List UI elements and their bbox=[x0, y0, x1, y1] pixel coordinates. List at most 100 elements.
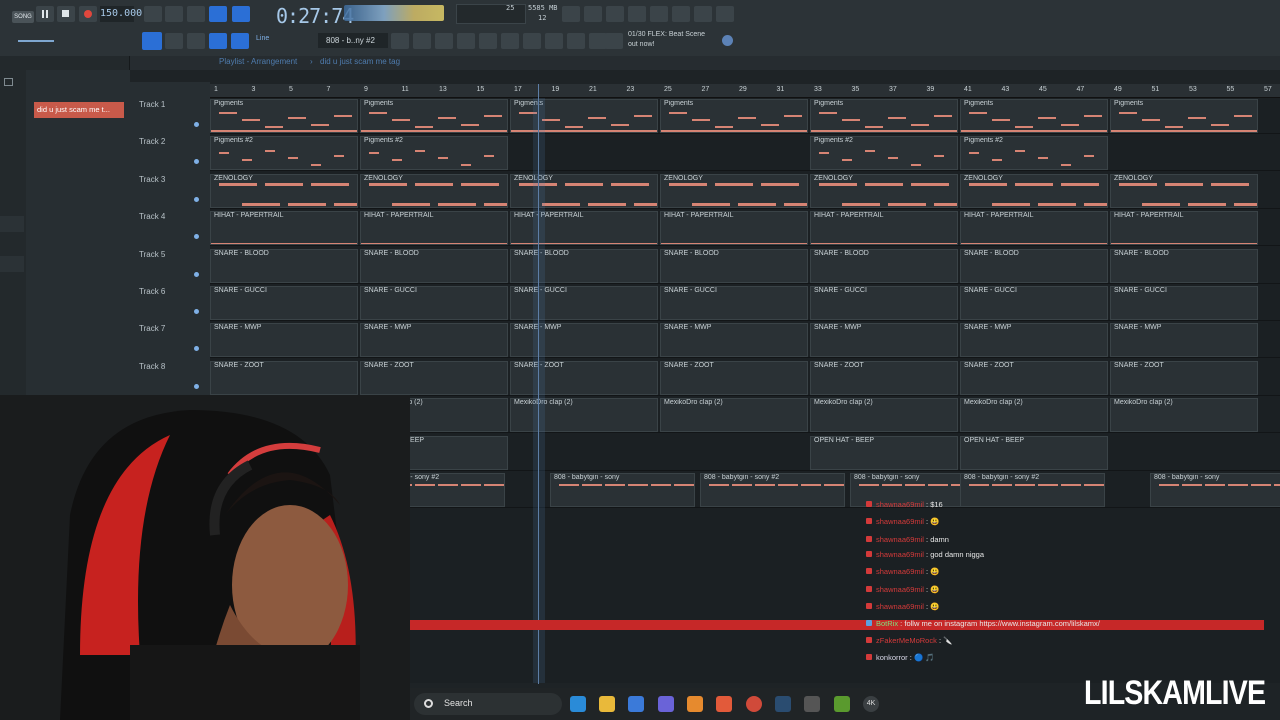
pattern-clip[interactable]: SNARE - GUCCI bbox=[960, 286, 1108, 320]
pattern-clip[interactable]: SNARE - GUCCI bbox=[1110, 286, 1258, 320]
mixer-button[interactable] bbox=[584, 6, 602, 22]
track-lane[interactable]: ZENOLOGY ZENOLOGY ZENOLOGY ZENOLOGY ZENOLOGY… bbox=[210, 173, 1280, 209]
pattern-select[interactable]: 808 - b..ny #2 bbox=[318, 33, 388, 48]
help-button[interactable] bbox=[628, 6, 646, 22]
store-icon[interactable] bbox=[628, 696, 644, 712]
4k-badge-icon[interactable]: 4K bbox=[863, 696, 879, 712]
pattern-clip[interactable]: ZENOLOGY bbox=[1110, 173, 1258, 208]
plugin-picker-button[interactable] bbox=[672, 6, 690, 22]
track-label[interactable]: Track 4 bbox=[139, 212, 165, 221]
track-label[interactable]: Track 1 bbox=[139, 100, 165, 109]
pause-button[interactable] bbox=[36, 6, 54, 22]
pattern-clip[interactable]: Pigments bbox=[210, 99, 358, 133]
pattern-clip[interactable]: ZENOLOGY bbox=[660, 173, 808, 208]
timeline-ruler[interactable]: 1 3 5 7 9 11 13 15 17 19 21 23 25 27 29 31 33 35 37 39 41 43 4… bbox=[210, 84, 1280, 98]
pattern-clip[interactable]: SNARE - BLOOD bbox=[360, 248, 508, 283]
track-label[interactable]: Track 5 bbox=[139, 250, 165, 259]
blend-notes-button[interactable] bbox=[232, 6, 250, 22]
pattern-clip[interactable]: SNARE - MWP bbox=[1110, 323, 1258, 358]
chat-username[interactable]: shawnaa69mil bbox=[876, 535, 924, 544]
chat-username[interactable]: shawnaa69mil bbox=[876, 517, 924, 526]
track-lane[interactable]: SNARE - GUCCI SNARE - GUCCI SNARE - GUCCI S… bbox=[210, 285, 1280, 321]
chat-icon[interactable] bbox=[694, 6, 712, 22]
pattern-clip[interactable]: SNARE - ZOOT bbox=[360, 360, 508, 395]
search-box[interactable]: Search bbox=[414, 693, 562, 715]
pattern-clip[interactable]: HIHAT - PAPERTRAIL bbox=[960, 211, 1108, 246]
pattern-clip[interactable]: HIHAT - PAPERTRAIL bbox=[810, 211, 958, 246]
paint-tool-button[interactable] bbox=[209, 33, 227, 49]
track-mute-icon[interactable] bbox=[194, 271, 199, 277]
pattern-clip[interactable]: SNARE - MWP bbox=[360, 323, 508, 358]
news-hint-line-2[interactable]: out now! bbox=[628, 41, 654, 48]
browser-button[interactable] bbox=[650, 6, 668, 22]
pattern-clip[interactable]: OPEN HAT - BEEP bbox=[960, 435, 1108, 470]
pattern-clip[interactable]: MexikoDro clap (2) bbox=[960, 398, 1108, 433]
track-lane[interactable]: SNARE - ZOOT SNARE - ZOOT SNARE - ZOOT SNAR… bbox=[210, 360, 1280, 396]
track-mute-icon[interactable] bbox=[194, 159, 199, 165]
slice-tool-button[interactable] bbox=[231, 33, 249, 49]
folder-icon[interactable] bbox=[599, 696, 615, 712]
browser-item-selected[interactable] bbox=[0, 216, 24, 232]
arrow-tool-button[interactable] bbox=[165, 33, 183, 49]
news-hint-line-1[interactable]: 01/30 FLEX: Beat Scene bbox=[628, 31, 705, 38]
channel-view-button[interactable] bbox=[501, 33, 519, 49]
pattern-clip[interactable]: Pigments bbox=[1110, 99, 1258, 133]
pattern-clip[interactable]: MexikoDro clap (2) bbox=[660, 398, 808, 433]
playlist-breadcrumb[interactable]: Playlist - Arrangement bbox=[219, 57, 297, 66]
tool-button-6[interactable] bbox=[567, 33, 585, 49]
playhead[interactable] bbox=[538, 84, 539, 684]
track-lane[interactable]: SNARE - MWP SNARE - MWP SNARE - MWP SNARE -… bbox=[210, 322, 1280, 359]
add-pattern-button[interactable] bbox=[391, 33, 409, 49]
xbox-icon[interactable] bbox=[834, 696, 850, 712]
record-button[interactable] bbox=[79, 6, 97, 22]
pattern-clip[interactable]: 808 - babytgin - sony #2 bbox=[700, 473, 845, 507]
pattern-clip[interactable]: SNARE - ZOOT bbox=[1110, 360, 1258, 395]
pattern-clip[interactable]: SNARE - MWP bbox=[210, 323, 358, 358]
pattern-clip[interactable]: SNARE - ZOOT bbox=[210, 360, 358, 395]
pattern-clip[interactable]: SNARE - MWP bbox=[660, 323, 808, 358]
playlist-view-button[interactable] bbox=[142, 32, 162, 50]
tool-button-2[interactable] bbox=[435, 33, 453, 49]
track-mute-icon[interactable] bbox=[194, 383, 199, 389]
pattern-clip[interactable]: HIHAT - PAPERTRAIL bbox=[660, 211, 808, 246]
tool-button-5[interactable] bbox=[545, 33, 563, 49]
fl-logo-icon[interactable] bbox=[722, 35, 733, 46]
chat-username[interactable]: shawnaa69mil bbox=[876, 567, 924, 576]
pattern-clip[interactable]: HIHAT - PAPERTRAIL bbox=[1110, 211, 1258, 246]
selected-pattern[interactable]: did u just scam me t... bbox=[34, 102, 124, 118]
pattern-clip[interactable]: SNARE - BLOOD bbox=[1110, 248, 1258, 283]
pattern-clip[interactable]: SNARE - BLOOD bbox=[960, 248, 1108, 283]
metronome-button[interactable] bbox=[144, 6, 162, 22]
brave-icon[interactable] bbox=[716, 696, 732, 712]
tool-button-1[interactable] bbox=[413, 33, 431, 49]
track-lane[interactable]: Pigments Pigments Pigments Pigments Pigments… bbox=[210, 98, 1280, 134]
track-mute-icon[interactable] bbox=[194, 196, 199, 202]
chat-username[interactable]: shawnaa69mil bbox=[876, 500, 924, 509]
pattern-clip[interactable]: 808 - babytgin - sony #2 bbox=[960, 473, 1105, 507]
wait-input-button[interactable] bbox=[165, 6, 183, 22]
mixer-view-button[interactable] bbox=[479, 33, 497, 49]
track-lane[interactable]: Pigments #2 Pigments #2 Pigments #2 Pigment… bbox=[210, 135, 1280, 172]
snap-select[interactable]: Line bbox=[256, 35, 269, 42]
pattern-clip[interactable]: SNARE - GUCCI bbox=[810, 286, 958, 320]
chrome-icon[interactable] bbox=[746, 696, 762, 712]
pattern-clip[interactable]: SNARE - BLOOD bbox=[210, 248, 358, 283]
pattern-clip[interactable]: OPEN HAT - BEEP bbox=[810, 435, 958, 470]
pattern-clip[interactable]: MexikoDro clap (2) bbox=[1110, 398, 1258, 433]
steam-icon[interactable] bbox=[775, 696, 791, 712]
pattern-clip[interactable]: SNARE - ZOOT bbox=[960, 360, 1108, 395]
track-lane[interactable]: HIHAT - PAPERTRAIL HIHAT - PAPERTRAIL HIHA… bbox=[210, 210, 1280, 247]
draw-tool-button[interactable] bbox=[187, 33, 205, 49]
pattern-clip[interactable]: MexikoDro clap (2) bbox=[810, 398, 958, 433]
pattern-clip[interactable]: HIHAT - PAPERTRAIL bbox=[360, 211, 508, 246]
pattern-clip[interactable]: Pigments bbox=[960, 99, 1108, 133]
chat-username[interactable]: shawnaa69mil bbox=[876, 550, 924, 559]
chat-username[interactable]: shawnaa69mil bbox=[876, 602, 924, 611]
pattern-clip[interactable]: ZENOLOGY bbox=[960, 173, 1108, 208]
chat-username[interactable]: BotRix bbox=[876, 619, 898, 628]
pattern-clip[interactable]: ZENOLOGY bbox=[810, 173, 958, 208]
edge-icon[interactable] bbox=[570, 696, 586, 712]
chat-username[interactable]: konkorror bbox=[876, 653, 908, 662]
app-icon[interactable] bbox=[804, 696, 820, 712]
tool-button-4[interactable] bbox=[523, 33, 541, 49]
